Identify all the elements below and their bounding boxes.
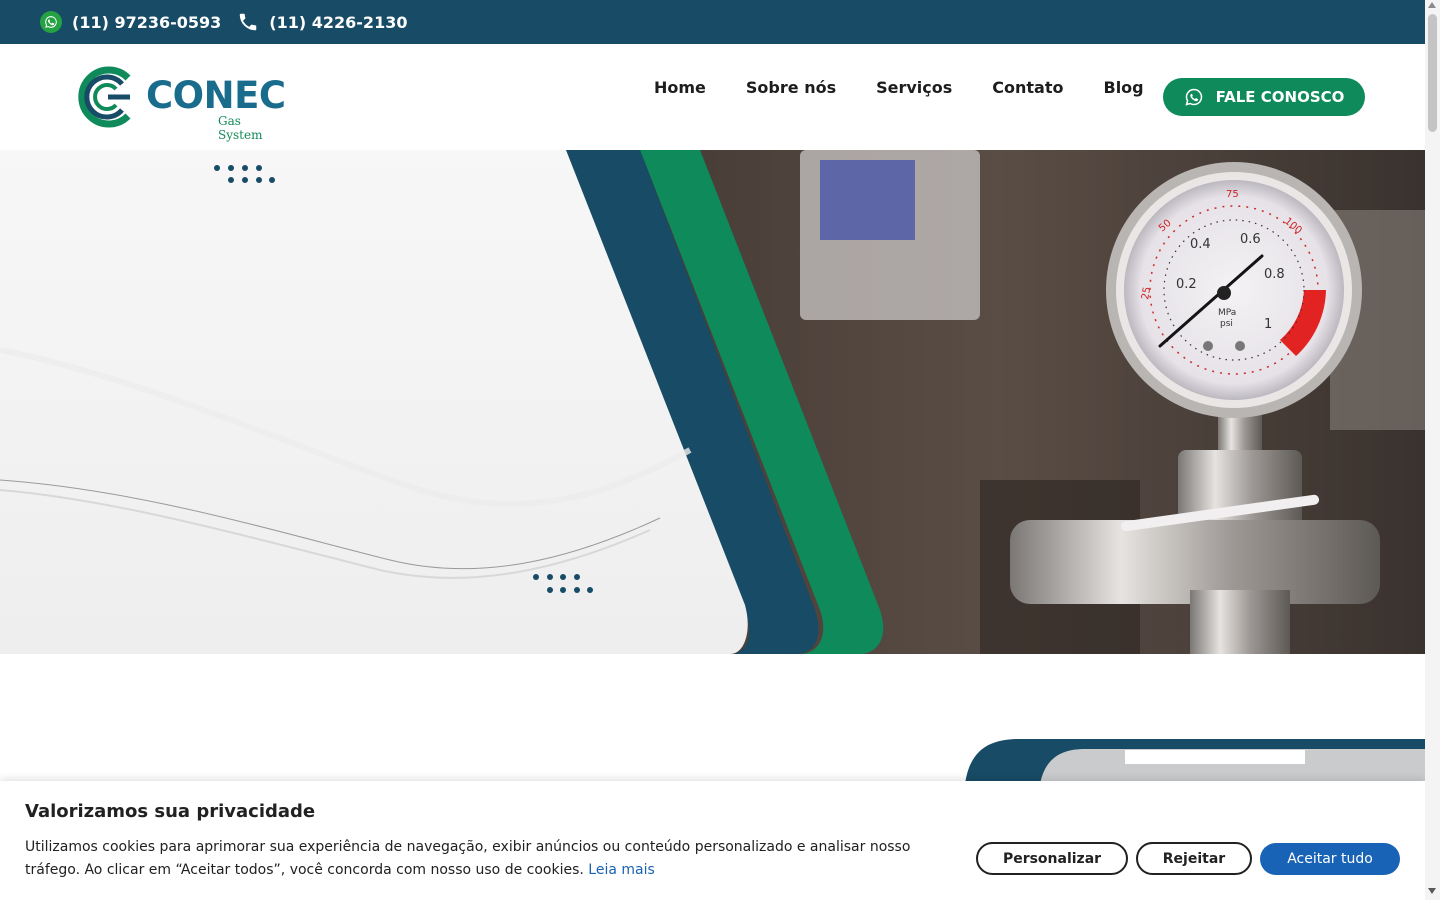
scroll-down-arrow-icon[interactable] bbox=[1428, 888, 1436, 894]
scrollbar-thumb[interactable] bbox=[1428, 14, 1437, 132]
main-nav: Home Sobre nós Serviços Contato Blog bbox=[634, 78, 1164, 97]
whatsapp-phone-text: (11) 97236-0593 bbox=[72, 12, 222, 32]
top-contact-bar: (11) 97236-0593 (11) 4226-2130 bbox=[0, 0, 1425, 44]
scroll-up-arrow-icon[interactable] bbox=[1428, 2, 1436, 8]
hero-illustration: 0.2 0.4 0.6 0.8 1 25 50 75 100 MPa psi bbox=[0, 150, 1425, 654]
site-logo[interactable]: CONEC Gas System bbox=[72, 64, 286, 142]
cookie-read-more-link[interactable]: Leia mais bbox=[588, 862, 655, 878]
nav-about[interactable]: Sobre nós bbox=[746, 78, 836, 97]
contact-us-label: FALE CONOSCO bbox=[1215, 88, 1345, 106]
gauge-tick-0-8: 0.8 bbox=[1264, 267, 1285, 282]
cookie-consent-banner: Valorizamos sua privacidade Utilizamos c… bbox=[0, 781, 1425, 900]
landline-contact[interactable]: (11) 4226-2130 bbox=[237, 11, 407, 33]
landline-phone-text: (11) 4226-2130 bbox=[269, 12, 408, 32]
conec-logo-mark-icon bbox=[78, 66, 131, 128]
phone-icon bbox=[237, 11, 259, 33]
cookie-accept-button[interactable]: Aceitar tudo bbox=[1260, 843, 1400, 875]
contact-us-button[interactable]: FALE CONOSCO bbox=[1163, 78, 1365, 116]
gauge-psi-tick-25: 25 bbox=[1140, 286, 1153, 300]
logo-tagline: Gas System bbox=[218, 114, 263, 142]
cookie-customize-button[interactable]: Personalizar bbox=[976, 842, 1128, 875]
gauge-tick-0-6: 0.6 bbox=[1240, 232, 1261, 247]
gauge-unit-psi: psi bbox=[1220, 319, 1233, 329]
cookie-description: Utilizamos cookies para aprimorar sua ex… bbox=[25, 839, 911, 878]
cookie-text-block: Utilizamos cookies para aprimorar sua ex… bbox=[25, 836, 945, 882]
page-scrollbar[interactable] bbox=[1425, 0, 1440, 900]
gauge-tick-0-2: 0.2 bbox=[1176, 277, 1197, 292]
nav-contact[interactable]: Contato bbox=[992, 78, 1063, 97]
whatsapp-outline-icon bbox=[1184, 87, 1204, 107]
gauge-psi-tick-75: 75 bbox=[1226, 189, 1239, 200]
gauge-tick-0-4: 0.4 bbox=[1190, 237, 1211, 252]
gauge-unit-mpa: MPa bbox=[1218, 308, 1236, 318]
site-header: CONEC Gas System Home Sobre nós Serviços… bbox=[0, 44, 1425, 150]
gauge-tick-1: 1 bbox=[1264, 317, 1272, 332]
whatsapp-icon bbox=[40, 11, 62, 33]
cookie-title: Valorizamos sua privacidade bbox=[25, 801, 316, 822]
nav-services[interactable]: Serviços bbox=[876, 78, 952, 97]
cookie-reject-button[interactable]: Rejeitar bbox=[1136, 842, 1252, 875]
nav-blog[interactable]: Blog bbox=[1104, 78, 1144, 97]
nav-home[interactable]: Home bbox=[654, 78, 706, 97]
whatsapp-contact[interactable]: (11) 97236-0593 bbox=[40, 11, 221, 33]
hero-banner: 0.2 0.4 0.6 0.8 1 25 50 75 100 MPa psi bbox=[0, 150, 1425, 654]
logo-wordmark: CONEC bbox=[146, 74, 286, 117]
